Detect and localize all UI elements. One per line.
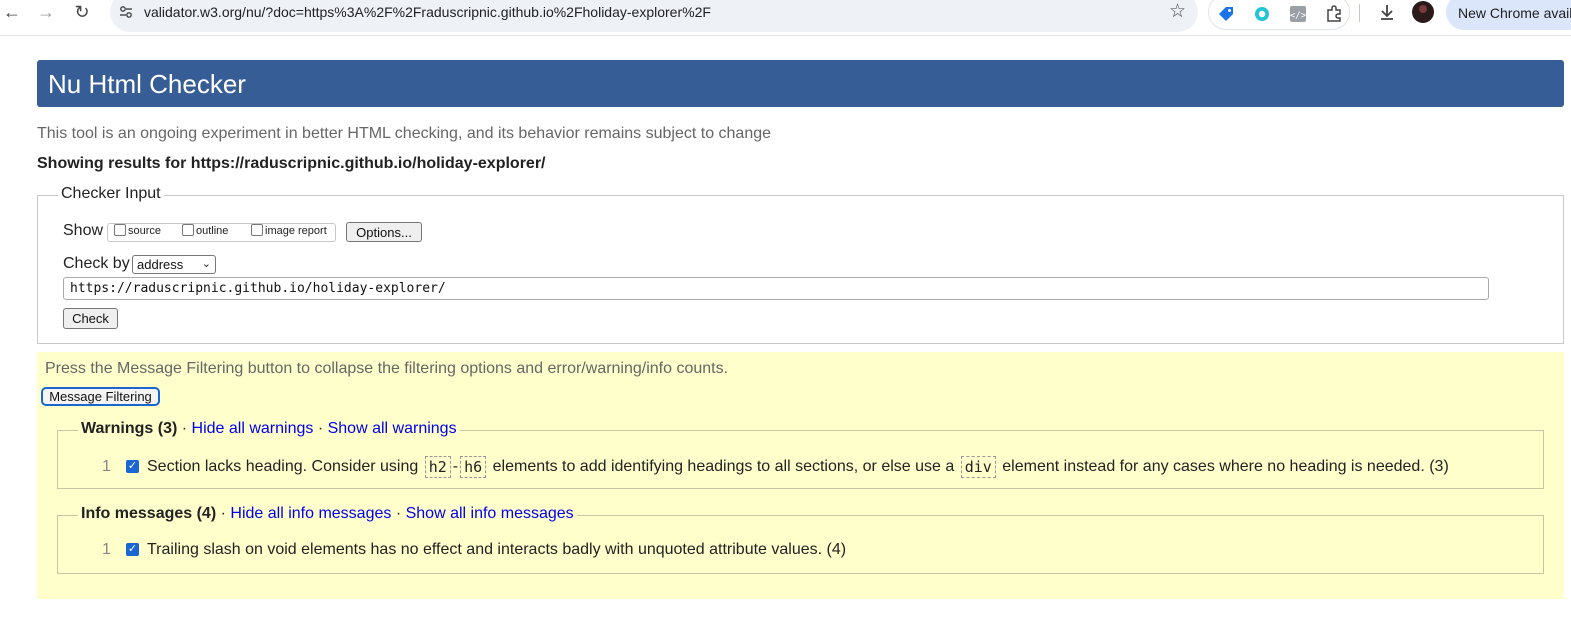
download-icon[interactable] — [1375, 0, 1399, 24]
show-image-report-option[interactable]: image report — [251, 224, 327, 237]
check-by-select[interactable]: address ⌄ — [132, 255, 216, 274]
warning-text-3: element instead for any cases where no h… — [1002, 458, 1449, 475]
dash: - — [452, 458, 459, 475]
intro-text: This tool is an ongoing experiment in be… — [37, 125, 772, 142]
code-extension-icon[interactable]: </> — [1289, 5, 1307, 23]
hide-all-info-link[interactable]: Hide all info messages — [230, 505, 391, 522]
profile-avatar[interactable] — [1411, 0, 1435, 24]
show-options-group: source outline image report — [107, 223, 336, 242]
info-title: Info messages (4) — [81, 505, 217, 522]
puzzle-extensions-icon[interactable] — [1325, 5, 1343, 23]
info-messages-group: Info messages (4) · Hide all info messag… — [57, 505, 1544, 574]
separator: · — [220, 505, 226, 522]
back-icon[interactable]: ← — [0, 0, 24, 24]
forward-icon[interactable]: → — [34, 0, 58, 24]
checker-input-fieldset: Checker Input Show source outline image … — [37, 185, 1564, 344]
row-number: 1 — [102, 541, 111, 558]
info-checkbox[interactable]: ✓ — [126, 542, 139, 556]
warning-text-2: elements to add identifying headings to … — [492, 458, 955, 475]
check-by-label: Check by — [63, 255, 130, 272]
url-text[interactable]: validator.w3.org/nu/?doc=https%3A%2F%2Fr… — [144, 4, 711, 20]
message-filtering-panel: Press the Message Filtering button to co… — [37, 352, 1564, 599]
bookmark-star-icon[interactable]: ☆ — [1169, 2, 1186, 21]
warnings-legend: Warnings (3) · Hide all warnings · Show … — [78, 420, 460, 438]
separator: · — [181, 420, 188, 437]
new-chrome-available-button[interactable]: New Chrome avail — [1446, 0, 1571, 30]
show-outline-checkbox[interactable] — [182, 224, 194, 236]
warning-text-1: Section lacks heading. Consider using — [147, 458, 419, 475]
separator: · — [395, 505, 402, 522]
ring-extension-icon[interactable] — [1253, 5, 1271, 23]
page-title: Nu Html Checker — [48, 69, 246, 99]
reload-icon[interactable]: ↻ — [70, 0, 94, 24]
document-url-input[interactable]: https://raduscripnic.github.io/holiday-e… — [63, 277, 1489, 300]
svg-text:</>: </> — [1290, 11, 1307, 21]
show-all-info-link[interactable]: Show all info messages — [406, 505, 574, 522]
tag-extension-icon[interactable] — [1217, 5, 1235, 23]
message-filtering-button[interactable]: Message Filtering — [41, 387, 160, 406]
check-button[interactable]: Check — [63, 308, 118, 329]
code-h6: h6 — [460, 456, 487, 478]
show-label: Show — [63, 222, 104, 239]
site-settings-icon[interactable] — [118, 4, 134, 20]
warning-checkbox[interactable]: ✓ — [126, 459, 139, 473]
show-outline-label: outline — [196, 225, 229, 237]
show-source-label: source — [128, 225, 162, 237]
show-all-warnings-link[interactable]: Show all warnings — [328, 420, 457, 437]
showing-results-heading: Showing results for https://raduscripnic… — [37, 155, 546, 172]
show-outline-option[interactable]: outline — [182, 224, 229, 237]
info-row: 1 ✓ Trailing slash on void elements has … — [102, 541, 846, 559]
warning-row: 1 ✓ Section lacks heading. Consider usin… — [102, 456, 1449, 478]
info-legend: Info messages (4) · Hide all info messag… — [78, 505, 577, 523]
show-source-option[interactable]: source — [114, 224, 162, 237]
show-image-report-checkbox[interactable] — [251, 224, 263, 236]
row-number: 1 — [102, 458, 111, 475]
warnings-title: Warnings (3) — [81, 420, 178, 437]
info-text: Trailing slash on void elements has no e… — [147, 541, 847, 558]
checker-input-legend: Checker Input — [58, 185, 164, 203]
address-bar[interactable]: validator.w3.org/nu/?doc=https%3A%2F%2Fr… — [110, 0, 1198, 32]
filtering-note: Press the Message Filtering button to co… — [45, 360, 729, 377]
show-image-report-label: image report — [265, 225, 327, 237]
check-by-value: address — [137, 257, 184, 272]
code-div: div — [960, 456, 996, 478]
toolbar-divider — [1359, 4, 1360, 22]
warnings-group: Warnings (3) · Hide all warnings · Show … — [57, 420, 1544, 489]
separator: · — [317, 420, 324, 437]
extensions-group: </> — [1208, 0, 1350, 30]
options-button[interactable]: Options... — [346, 222, 422, 242]
browser-toolbar: ← → ↻ validator.w3.org/nu/?doc=https%3A%… — [0, 0, 1571, 36]
show-source-checkbox[interactable] — [114, 224, 126, 236]
hide-all-warnings-link[interactable]: Hide all warnings — [192, 420, 314, 437]
code-h2: h2 — [424, 456, 451, 478]
chevron-down-icon: ⌄ — [201, 258, 211, 270]
header-bar: Nu Html Checker — [37, 60, 1564, 107]
